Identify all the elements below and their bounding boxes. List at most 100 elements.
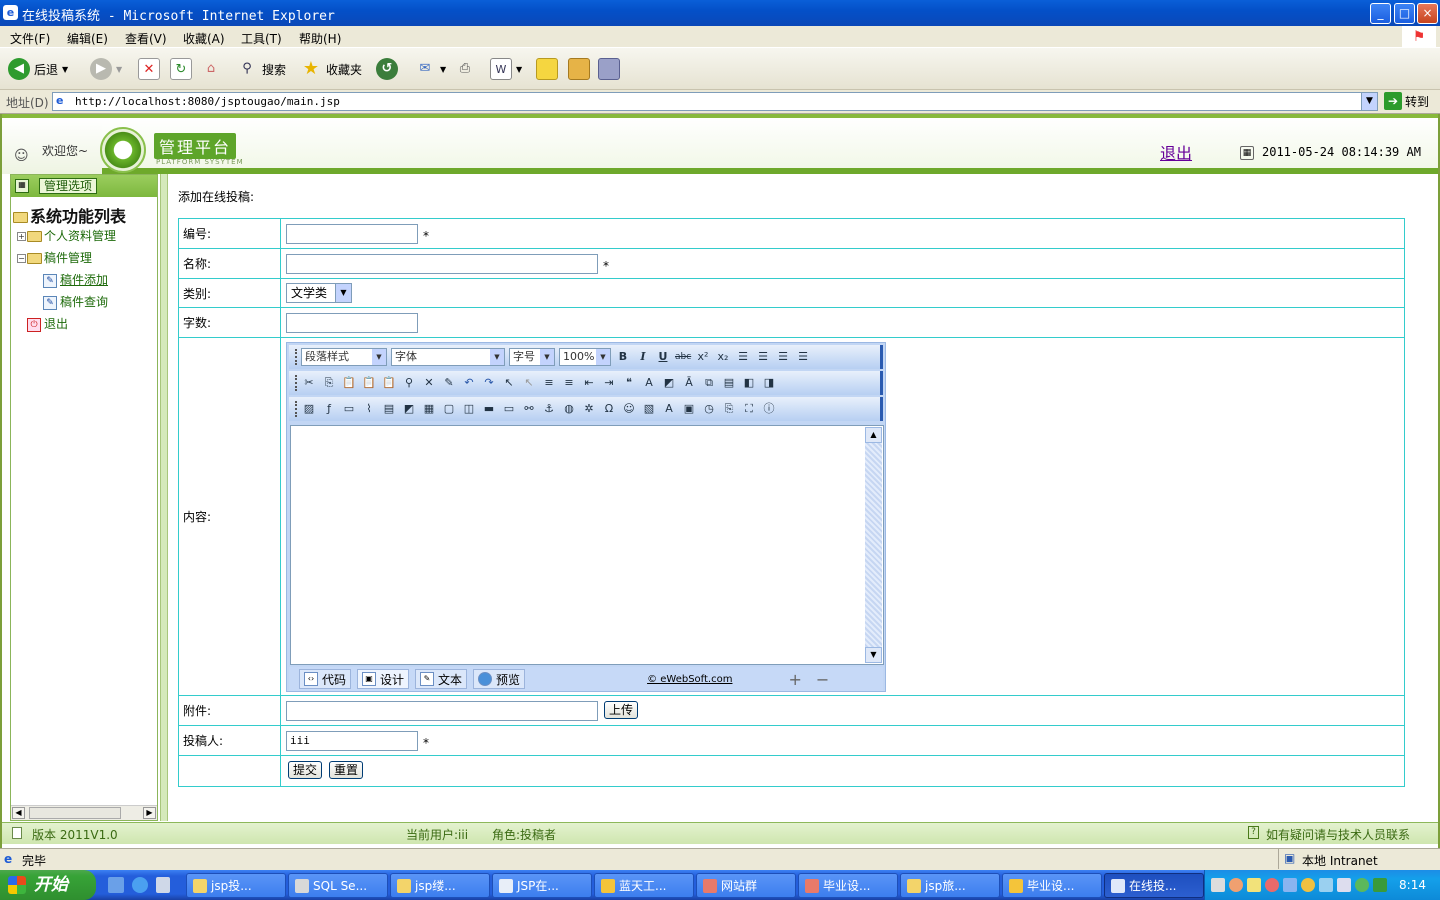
unordered-list-icon[interactable]: ≡ bbox=[561, 375, 577, 391]
print-icon[interactable]: ⎙ bbox=[454, 58, 476, 80]
shield-icon[interactable] bbox=[1373, 878, 1387, 892]
go-button[interactable]: ➔ 转到 bbox=[1384, 92, 1429, 110]
art-text-icon[interactable]: A bbox=[661, 401, 677, 417]
tab-preview[interactable]: 预览 bbox=[473, 669, 526, 689]
quicklaunch-desktop-icon[interactable] bbox=[108, 877, 124, 893]
tray-arrow-icon[interactable] bbox=[1229, 878, 1243, 892]
italic-icon[interactable]: I bbox=[635, 349, 651, 365]
editor-credit[interactable]: © eWebSoft.com bbox=[647, 674, 732, 685]
submit-button[interactable]: 提交 bbox=[288, 761, 323, 779]
menu-file[interactable]: 文件(F) bbox=[10, 30, 50, 47]
stop-icon[interactable]: ✕ bbox=[138, 58, 160, 80]
task-5[interactable]: 蓝天工... bbox=[594, 873, 694, 898]
tray-plus-icon[interactable] bbox=[1355, 878, 1369, 892]
undo-icon[interactable]: ↶ bbox=[461, 375, 477, 391]
indent-icon[interactable]: ⇥ bbox=[601, 375, 617, 391]
clean-format-icon[interactable]: ✎ bbox=[441, 375, 457, 391]
start-button[interactable]: 开始 bbox=[0, 870, 96, 900]
forward-dropdown-icon[interactable]: ▼ bbox=[116, 65, 122, 74]
sidebar-item-add-manuscript[interactable]: ✎ 稿件添加 bbox=[43, 271, 108, 288]
qq-icon[interactable] bbox=[1265, 878, 1279, 892]
text-color-icon[interactable]: A bbox=[641, 375, 657, 391]
web-icon[interactable]: ◍ bbox=[561, 401, 577, 417]
task-9[interactable]: 毕业设... bbox=[1002, 873, 1102, 898]
copy-icon[interactable]: ⎘ bbox=[321, 375, 337, 391]
address-input[interactable]: e http://localhost:8080/jsptougao/main.j… bbox=[52, 92, 1378, 111]
favorites-button[interactable]: ★ 收藏夹 bbox=[300, 56, 362, 82]
category-select[interactable]: 文学类 ▼ bbox=[286, 283, 352, 303]
address-dropdown-icon[interactable]: ▼ bbox=[1361, 93, 1377, 110]
minimize-button[interactable]: _ bbox=[1370, 3, 1391, 24]
about-icon[interactable]: ⓘ bbox=[761, 401, 777, 417]
sidebar-item-exit[interactable]: ⏻ 退出 bbox=[27, 315, 68, 332]
page-break-icon[interactable]: ▤ bbox=[721, 375, 737, 391]
fullscreen-icon[interactable]: ⛶ bbox=[741, 401, 757, 417]
scroll-right-icon[interactable]: ▶ bbox=[143, 807, 156, 819]
layer-move-icon[interactable]: ◨ bbox=[761, 375, 777, 391]
find-icon[interactable]: ⚲ bbox=[401, 375, 417, 391]
underline-icon[interactable]: U bbox=[655, 349, 671, 365]
paste-icon[interactable]: 📋 bbox=[341, 375, 357, 391]
forward-button[interactable]: ▶ ▼ bbox=[90, 56, 122, 82]
image-icon[interactable]: ▨ bbox=[301, 401, 317, 417]
attachment-icon[interactable]: ⌇ bbox=[361, 401, 377, 417]
ordered-list-icon[interactable]: ≡ bbox=[541, 375, 557, 391]
form-icon[interactable]: ◫ bbox=[461, 401, 477, 417]
tab-code[interactable]: ‹› 代码 bbox=[299, 669, 352, 689]
symbol-icon[interactable]: Ω bbox=[601, 401, 617, 417]
scroll-thumb[interactable] bbox=[29, 807, 121, 819]
delete-icon[interactable]: ✕ bbox=[421, 375, 437, 391]
task-1[interactable]: jsp投... bbox=[186, 873, 286, 898]
bg-color-icon[interactable]: ◩ bbox=[661, 375, 677, 391]
paragraph-style-select[interactable]: 段落样式 ▼ bbox=[301, 348, 387, 366]
refresh-icon[interactable]: ↻ bbox=[170, 58, 192, 80]
expand-plus-icon[interactable]: + bbox=[17, 232, 26, 241]
cut-icon[interactable]: ✂ bbox=[301, 375, 317, 391]
reset-button[interactable]: 重置 bbox=[329, 761, 364, 779]
number-input[interactable] bbox=[286, 224, 418, 244]
import-icon[interactable]: ⎘ bbox=[721, 401, 737, 417]
close-button[interactable]: × bbox=[1417, 3, 1438, 24]
author-input[interactable]: iii bbox=[286, 731, 418, 751]
logout-link[interactable]: 退出 bbox=[1160, 140, 1192, 164]
strikethrough-icon[interactable]: abc bbox=[675, 349, 691, 365]
superscript-icon[interactable]: x² bbox=[695, 349, 711, 365]
flash-icon[interactable]: ƒ bbox=[321, 401, 337, 417]
bold-icon[interactable]: B bbox=[615, 349, 631, 365]
align-left-icon[interactable]: ☰ bbox=[735, 349, 751, 365]
tray-app-icon[interactable] bbox=[1247, 878, 1261, 892]
attachment-input[interactable] bbox=[286, 701, 598, 721]
scroll-left-icon[interactable]: ◀ bbox=[12, 807, 25, 819]
emoji-icon[interactable]: ☺ bbox=[621, 401, 637, 417]
tray-update-icon[interactable] bbox=[1301, 878, 1315, 892]
mail-dropdown-icon[interactable]: ▼ bbox=[440, 65, 446, 74]
align-center-icon[interactable]: ☰ bbox=[755, 349, 771, 365]
sidebar-horizontal-scrollbar[interactable]: ◀ ▶ bbox=[11, 805, 157, 820]
outdent-icon[interactable]: ⇤ bbox=[581, 375, 597, 391]
search-button[interactable]: ⚲ 搜索 bbox=[236, 56, 286, 82]
paste-word-icon[interactable]: 📋 bbox=[381, 375, 397, 391]
redo-icon[interactable]: ↷ bbox=[481, 375, 497, 391]
menu-tools[interactable]: 工具(T) bbox=[241, 30, 282, 47]
scroll-down-icon[interactable]: ▼ bbox=[865, 647, 882, 663]
task-3[interactable]: jsp缕... bbox=[390, 873, 490, 898]
sidebar-item-query-manuscript[interactable]: ✎ 稿件查询 bbox=[43, 293, 108, 310]
mail-icon[interactable]: ✉ bbox=[414, 58, 436, 80]
menu-view[interactable]: 查看(V) bbox=[125, 30, 167, 47]
home-icon[interactable]: ⌂ bbox=[200, 58, 222, 80]
menu-edit[interactable]: 编辑(E) bbox=[67, 30, 108, 47]
words-input[interactable] bbox=[286, 313, 418, 333]
menu-favorites[interactable]: 收藏(A) bbox=[183, 30, 225, 47]
date-icon[interactable]: ▣ bbox=[681, 401, 697, 417]
anchor-icon[interactable]: ⚓ bbox=[541, 401, 557, 417]
messenger-icon[interactable] bbox=[598, 58, 620, 80]
align-right-icon[interactable]: ☰ bbox=[775, 349, 791, 365]
sidebar-divider[interactable] bbox=[160, 174, 168, 821]
table-prop-icon[interactable]: ▢ bbox=[441, 401, 457, 417]
shrink-icon[interactable]: − bbox=[816, 670, 829, 689]
font-style-icon[interactable]: Ā bbox=[681, 375, 697, 391]
remote-image-icon[interactable]: ◩ bbox=[401, 401, 417, 417]
font-size-select[interactable]: 字号 ▼ bbox=[509, 348, 555, 366]
keyboard-icon[interactable] bbox=[1211, 878, 1225, 892]
subscript-icon[interactable]: x₂ bbox=[715, 349, 731, 365]
